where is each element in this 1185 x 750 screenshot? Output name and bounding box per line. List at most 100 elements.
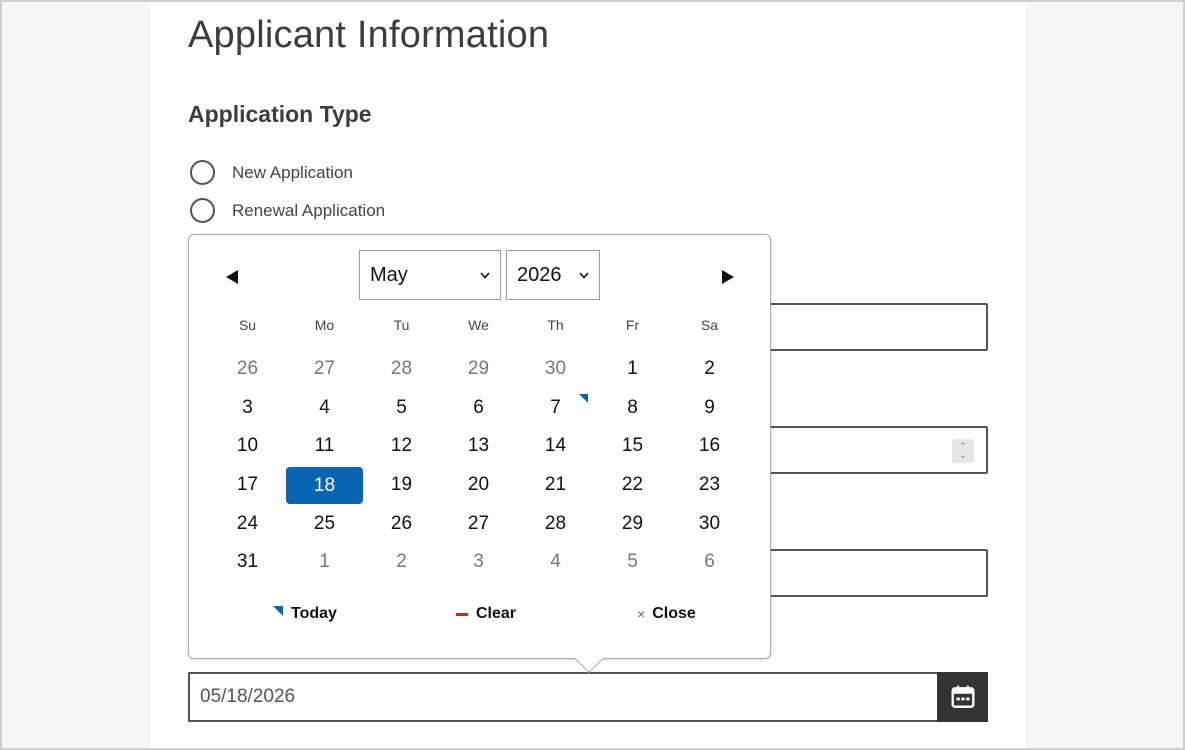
day-cell[interactable]: 28 (363, 350, 440, 389)
today-flag-icon (273, 606, 283, 616)
radio-circle[interactable] (190, 160, 215, 185)
month-select[interactable]: May (359, 250, 501, 300)
day-number: 8 (627, 396, 638, 418)
day-cell[interactable]: 26 (209, 350, 286, 389)
day-cell[interactable]: 10 (209, 427, 286, 466)
day-number: 14 (544, 435, 567, 457)
day-grid: 26 27 28 29 30 1 2 3 4 5 6 7 8 9 10 11 12 13 14 15 16 17 18 19 2… (209, 350, 749, 582)
weekday-label: Th (547, 317, 564, 333)
close-icon: × (637, 606, 646, 622)
day-number: 26 (236, 358, 259, 380)
day-cell[interactable]: 29 (440, 350, 517, 389)
day-number: 5 (627, 551, 638, 573)
chevron-down-icon (579, 272, 589, 279)
day-number: 15 (621, 435, 644, 457)
day-number: 20 (467, 474, 490, 496)
day-cell[interactable]: 2 (671, 350, 748, 389)
day-cell[interactable]: 21 (517, 466, 594, 505)
day-number: 27 (313, 358, 336, 380)
day-number: 28 (544, 512, 567, 534)
day-cell[interactable]: 5 (363, 389, 440, 428)
day-cell[interactable]: 7 (517, 389, 594, 428)
day-number: 30 (544, 358, 567, 380)
day-number: 1 (627, 358, 638, 380)
day-cell[interactable]: 31 (209, 543, 286, 582)
day-cell[interactable]: 1 (286, 543, 363, 582)
weekday-header: Su Mo Tu We Th Fr Sa (209, 317, 749, 333)
day-cell[interactable]: 15 (594, 427, 671, 466)
today-button[interactable]: Today (273, 605, 337, 623)
close-button[interactable]: × Close (637, 605, 696, 623)
day-cell[interactable]: 8 (594, 389, 671, 428)
day-number: 5 (396, 396, 407, 418)
clear-button-label: Clear (476, 605, 517, 622)
day-cell[interactable]: 30 (517, 350, 594, 389)
day-cell[interactable]: 17 (209, 466, 286, 505)
datepicker-footer: Today Clear × Close (189, 605, 772, 629)
number-spinner[interactable]: ⌃ ⌄ (952, 439, 974, 463)
day-cell-selected[interactable]: 18 (286, 466, 363, 505)
day-cell[interactable]: 16 (671, 427, 748, 466)
day-cell[interactable]: 20 (440, 466, 517, 505)
datepicker-popup: May 2026 Su Mo Tu We Th Fr Sa 26 27 28 29 30… (188, 234, 772, 674)
day-number: 28 (390, 358, 413, 380)
day-cell[interactable]: 23 (671, 466, 748, 505)
day-cell[interactable]: 28 (517, 504, 594, 543)
page-title: Applicant Information (188, 14, 550, 56)
close-button-label: Close (652, 605, 696, 622)
day-cell[interactable]: 29 (594, 504, 671, 543)
day-cell[interactable]: 1 (594, 350, 671, 389)
day-number: 9 (704, 396, 715, 418)
date-input[interactable] (188, 672, 937, 722)
day-cell[interactable]: 2 (363, 543, 440, 582)
day-cell[interactable]: 6 (671, 543, 748, 582)
day-number: 6 (473, 396, 484, 418)
radio-new-application[interactable]: New Application (190, 160, 353, 185)
day-cell[interactable]: 3 (209, 389, 286, 428)
day-number: 27 (467, 512, 490, 534)
day-number: 10 (236, 435, 259, 457)
day-number: 2 (704, 358, 715, 380)
day-number: 19 (390, 474, 413, 496)
weekday-label: Sa (700, 317, 719, 333)
day-cell[interactable]: 4 (286, 389, 363, 428)
calendar-button[interactable] (937, 672, 988, 722)
radio-label: Renewal Application (232, 200, 386, 220)
radio-circle[interactable] (190, 198, 215, 223)
day-cell[interactable]: 12 (363, 427, 440, 466)
day-number: 30 (698, 512, 721, 534)
day-cell[interactable]: 22 (594, 466, 671, 505)
day-cell[interactable]: 9 (671, 389, 748, 428)
weekday-label: Tu (393, 317, 410, 333)
clear-button[interactable]: Clear (456, 605, 516, 623)
day-number: 21 (544, 474, 567, 496)
day-cell[interactable]: 11 (286, 427, 363, 466)
day-number: 1 (319, 551, 330, 573)
day-cell[interactable]: 26 (363, 504, 440, 543)
day-cell[interactable]: 4 (517, 543, 594, 582)
day-cell[interactable]: 6 (440, 389, 517, 428)
day-cell[interactable]: 27 (440, 504, 517, 543)
day-cell[interactable]: 27 (286, 350, 363, 389)
radio-renewal-application[interactable]: Renewal Application (190, 198, 385, 223)
day-cell[interactable]: 3 (440, 543, 517, 582)
day-cell[interactable]: 5 (594, 543, 671, 582)
day-cell[interactable]: 13 (440, 427, 517, 466)
day-cell[interactable]: 19 (363, 466, 440, 505)
spin-down-icon[interactable]: ⌄ (959, 451, 967, 460)
year-select[interactable]: 2026 (506, 250, 600, 300)
day-number: 29 (621, 512, 644, 534)
day-cell[interactable]: 24 (209, 504, 286, 543)
next-month-button[interactable] (716, 265, 740, 289)
day-cell[interactable]: 25 (286, 504, 363, 543)
day-number: 4 (550, 551, 561, 573)
weekday-label: We (468, 317, 489, 333)
day-number: 6 (704, 551, 715, 573)
today-button-label: Today (291, 605, 337, 622)
day-number: 13 (467, 435, 490, 457)
day-number: 7 (550, 396, 561, 418)
day-number: 25 (313, 512, 336, 534)
day-cell[interactable]: 30 (671, 504, 748, 543)
day-cell[interactable]: 14 (517, 427, 594, 466)
prev-month-button[interactable] (220, 265, 244, 289)
